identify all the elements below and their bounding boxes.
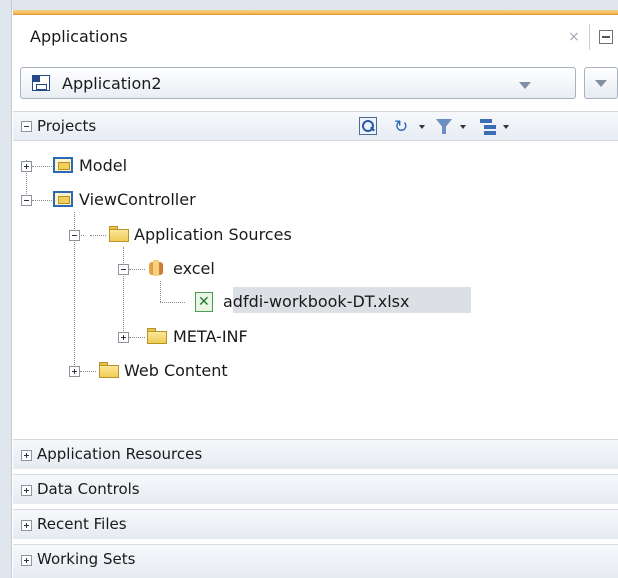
tree-node-label: Model [79,156,128,175]
sync-dropdown-caret-icon[interactable] [419,125,425,129]
sync-icon[interactable]: ↻ [394,117,416,137]
project-tree: Model ViewController Application Sources… [13,142,618,439]
tree-node-label: ViewController [79,190,196,209]
section-application-resources[interactable]: Application Resources [13,439,618,469]
window-left-border [0,0,12,578]
panel-header: Applications × [13,16,618,60]
collapse-icon[interactable] [21,195,32,206]
folder-icon [99,362,119,378]
minimize-icon[interactable] [599,30,613,44]
active-panel-accent [13,10,618,15]
package-icon [147,259,165,277]
expand-icon[interactable] [21,161,32,172]
tree-node-label: excel [173,259,215,278]
tree-node-label: META-INF [173,327,248,346]
projects-section-header[interactable]: Projects ↻ [13,111,618,141]
tree-node-application-sources[interactable]: Application Sources [13,223,373,247]
excel-file-icon [195,292,213,312]
projects-label: Projects [37,117,97,135]
panel-title: Applications [30,27,128,46]
folder-icon [147,328,167,344]
chevron-down-icon [519,82,531,89]
application-name: Application2 [62,74,162,93]
tree-node-meta-inf[interactable]: META-INF [13,325,333,349]
expand-icon[interactable] [21,555,32,566]
expand-icon[interactable] [21,450,32,461]
section-label: Working Sets [37,550,136,568]
section-label: Application Resources [37,445,203,463]
application-icon [32,75,50,91]
section-label: Recent Files [37,515,127,533]
expand-icon[interactable] [118,332,129,343]
folder-icon [109,226,129,242]
application-menu-button[interactable] [584,67,618,99]
window-top-strip [12,0,618,10]
expand-icon[interactable] [69,366,80,377]
tree-node-label: adfdi-workbook-DT.xlsx [223,292,410,311]
filter-dropdown-caret-icon[interactable] [460,125,466,129]
section-data-controls[interactable]: Data Controls [13,474,618,504]
project-icon [53,191,73,207]
section-label: Data Controls [37,480,140,498]
tree-node-label: Application Sources [134,225,292,244]
tree-node-label: Web Content [124,361,228,380]
header-divider [589,24,590,50]
tree-node-workbook-file[interactable]: adfdi-workbook-DT.xlsx [13,290,473,314]
expand-icon[interactable] [21,520,32,531]
collapse-icon[interactable] [69,230,80,241]
expand-icon[interactable] [21,485,32,496]
section-working-sets[interactable]: Working Sets [13,544,618,578]
section-recent-files[interactable]: Recent Files [13,509,618,539]
find-icon[interactable] [359,117,377,135]
tree-node-model[interactable]: Model [13,154,213,178]
tree-node-excel-package[interactable]: excel [13,257,333,281]
hierarchy-icon[interactable] [479,117,497,137]
hierarchy-dropdown-caret-icon[interactable] [503,125,509,129]
close-icon[interactable]: × [568,29,580,45]
filter-icon[interactable] [435,117,453,137]
tree-node-web-content[interactable]: Web Content [13,359,333,383]
chevron-down-icon [595,80,607,87]
project-icon [53,157,73,173]
tree-node-viewcontroller[interactable]: ViewController [13,188,273,212]
collapse-icon[interactable] [118,264,129,275]
application-dropdown[interactable]: Application2 [20,67,576,99]
collapse-icon[interactable] [21,121,32,132]
application-selector-row: Application2 [13,60,618,110]
